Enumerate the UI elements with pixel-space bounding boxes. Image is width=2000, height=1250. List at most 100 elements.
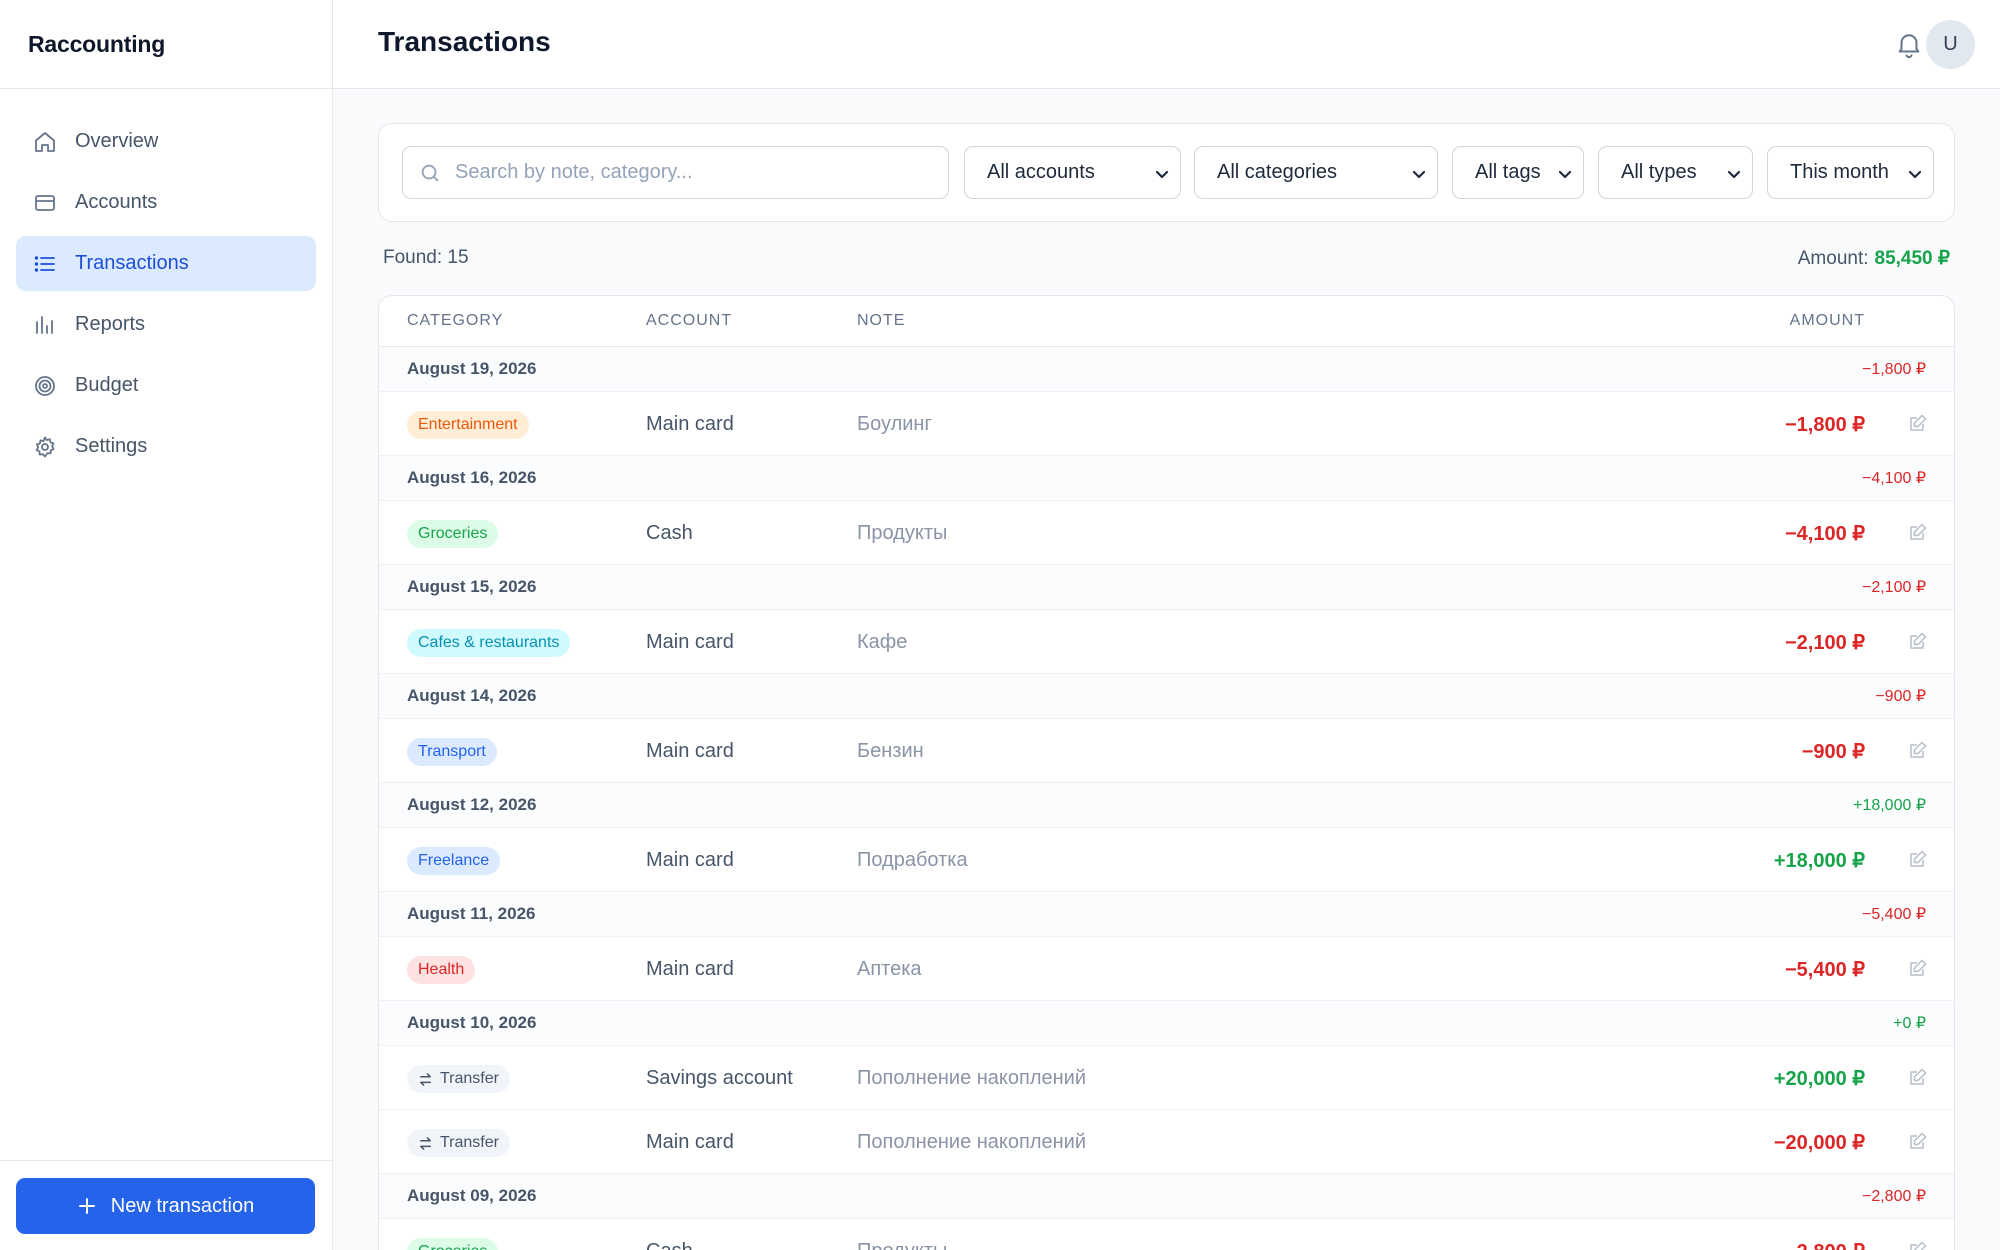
date-group-row: August 11, 2026 −5,400 ₽ xyxy=(379,892,1954,937)
group-total: −900 ₽ xyxy=(1875,688,1926,705)
column-header-note: NOTE xyxy=(857,312,906,329)
sidebar-item-label: Budget xyxy=(75,374,139,396)
category-badge: Transport xyxy=(407,738,497,766)
note-cell: Пополнение накоплений xyxy=(857,1131,1087,1153)
table-row[interactable]: Transport Main card Бензин −900 ₽ xyxy=(379,719,1954,783)
group-date: August 10, 2026 xyxy=(407,1013,537,1032)
categories-select-value: All categories xyxy=(1217,161,1338,183)
edit-icon[interactable] xyxy=(1908,1240,1928,1250)
note-cell: Боулинг xyxy=(857,413,932,435)
list-icon xyxy=(34,255,55,272)
edit-icon[interactable] xyxy=(1908,740,1928,760)
search-box xyxy=(402,146,949,199)
group-total: −4,100 ₽ xyxy=(1861,470,1926,487)
group-total: −2,100 ₽ xyxy=(1861,579,1926,596)
types-select[interactable]: All types xyxy=(1598,146,1753,199)
date-group-row: August 09, 2026 −2,800 ₽ xyxy=(379,1174,1954,1219)
category-label: Transport xyxy=(418,743,486,760)
note-cell: Аптека xyxy=(857,958,922,980)
table-row[interactable]: Cafes & restaurants Main card Кафе −2,100 ₽ xyxy=(379,610,1954,674)
sidebar-item-accounts[interactable]: Accounts xyxy=(16,175,316,230)
amount-total: Amount: 85,450 ₽ xyxy=(1798,247,1950,270)
group-total: +0 ₽ xyxy=(1893,1015,1926,1032)
edit-icon[interactable] xyxy=(1908,958,1928,978)
category-badge: Groceries xyxy=(407,520,499,548)
table-row[interactable]: Groceries Cash Продукты −2,800 ₽ xyxy=(379,1219,1954,1250)
note-cell: Пополнение накоплений xyxy=(857,1067,1087,1089)
account-cell: Main card xyxy=(646,849,734,871)
sidebar-item-budget[interactable]: Budget xyxy=(16,358,316,413)
group-date: August 15, 2026 xyxy=(407,577,537,596)
edit-icon[interactable] xyxy=(1908,522,1928,542)
account-cell: Main card xyxy=(646,740,734,762)
gear-icon xyxy=(35,436,55,457)
table-row[interactable]: Transfer Savings account Пополнение накопл… xyxy=(379,1046,1954,1110)
group-date: August 14, 2026 xyxy=(407,686,537,705)
bell-icon[interactable] xyxy=(1894,29,1924,59)
amount-cell: −1,800 ₽ xyxy=(1784,414,1865,436)
date-group-row: August 14, 2026 −900 ₽ xyxy=(379,674,1954,719)
amount-cell: −2,100 ₽ xyxy=(1784,632,1865,654)
edit-icon[interactable] xyxy=(1908,849,1928,869)
table-header: CATEGORY ACCOUNT NOTE AMOUNT xyxy=(379,296,1954,347)
category-label: Groceries xyxy=(418,1238,487,1250)
categories-select[interactable]: All categories xyxy=(1194,146,1438,199)
chevron-down-icon xyxy=(1908,170,1922,179)
chevron-down-icon xyxy=(1727,170,1741,179)
amount-cell: −20,000 ₽ xyxy=(1773,1132,1865,1154)
table-row[interactable]: Transfer Main card Пополнение накоплений −2… xyxy=(379,1110,1954,1174)
target-icon xyxy=(35,375,55,396)
home-icon xyxy=(35,131,55,152)
category-label: Freelance xyxy=(418,852,490,869)
category-label: Transfer xyxy=(440,1070,499,1087)
period-select[interactable]: This month xyxy=(1767,146,1934,199)
search-icon xyxy=(421,164,439,181)
edit-icon[interactable] xyxy=(1908,1067,1928,1087)
account-cell: Main card xyxy=(646,1131,734,1153)
category-badge: Health xyxy=(407,956,476,984)
accounts-select[interactable]: All accounts xyxy=(964,146,1181,199)
column-header-account: ACCOUNT xyxy=(646,312,733,329)
table-row[interactable]: Entertainment Main card Боулинг −1,800 ₽ xyxy=(379,392,1954,456)
filter-bar: All accounts All categories All tags All… xyxy=(378,123,1955,222)
edit-icon[interactable] xyxy=(1908,413,1928,433)
group-date: August 19, 2026 xyxy=(407,359,537,378)
sidebar-item-transactions[interactable]: Transactions xyxy=(16,236,316,291)
category-label: Groceries xyxy=(418,525,488,542)
new-transaction-button[interactable]: New transaction xyxy=(16,1178,315,1234)
table-body: August 19, 2026 −1,800 ₽ Entertainment Main… xyxy=(379,347,1954,1250)
group-date: August 11, 2026 xyxy=(407,904,536,923)
column-header-category: CATEGORY xyxy=(407,312,504,329)
amount-cell: −2,800 ₽ xyxy=(1785,1239,1865,1250)
bar-chart-icon xyxy=(36,315,53,334)
table-row[interactable]: Health Main card Аптека −5,400 ₽ xyxy=(379,937,1954,1001)
account-cell: Savings account xyxy=(646,1067,793,1089)
amount-cell: +20,000 ₽ xyxy=(1773,1068,1865,1090)
sidebar-item-settings[interactable]: Settings xyxy=(16,419,316,474)
column-header-amount: AMOUNT xyxy=(1789,312,1865,329)
page-title: Transactions xyxy=(378,26,551,57)
account-cell: Main card xyxy=(646,631,734,653)
edit-icon[interactable] xyxy=(1908,1131,1928,1151)
sidebar-item-reports[interactable]: Reports xyxy=(16,297,316,352)
tags-select[interactable]: All tags xyxy=(1452,146,1584,199)
amount-cell: −5,400 ₽ xyxy=(1784,959,1865,981)
date-group-row: August 19, 2026 −1,800 ₽ xyxy=(379,347,1954,392)
date-group-row: August 12, 2026 +18,000 ₽ xyxy=(379,783,1954,828)
chevron-down-icon xyxy=(1412,170,1426,179)
category-badge: Transfer xyxy=(407,1065,510,1093)
chevron-down-icon xyxy=(1155,170,1169,179)
category-badge: Groceries xyxy=(407,1238,499,1250)
edit-icon[interactable] xyxy=(1908,631,1928,651)
sidebar-footer: New transaction xyxy=(0,1160,332,1250)
table-row[interactable]: Freelance Main card Подработка +18,000 ₽ xyxy=(379,828,1954,892)
note-cell: Продукты xyxy=(857,522,948,544)
category-badge: Cafes & restaurants xyxy=(407,629,571,657)
date-group-row: August 10, 2026 +0 ₽ xyxy=(379,1001,1954,1046)
account-cell: Main card xyxy=(646,413,734,435)
search-input[interactable] xyxy=(455,161,935,184)
sidebar-item-overview[interactable]: Overview xyxy=(16,114,316,169)
table-row[interactable]: Groceries Cash Продукты −4,100 ₽ xyxy=(379,501,1954,565)
group-total: −1,800 ₽ xyxy=(1861,361,1926,378)
avatar[interactable]: U xyxy=(1926,20,1975,69)
